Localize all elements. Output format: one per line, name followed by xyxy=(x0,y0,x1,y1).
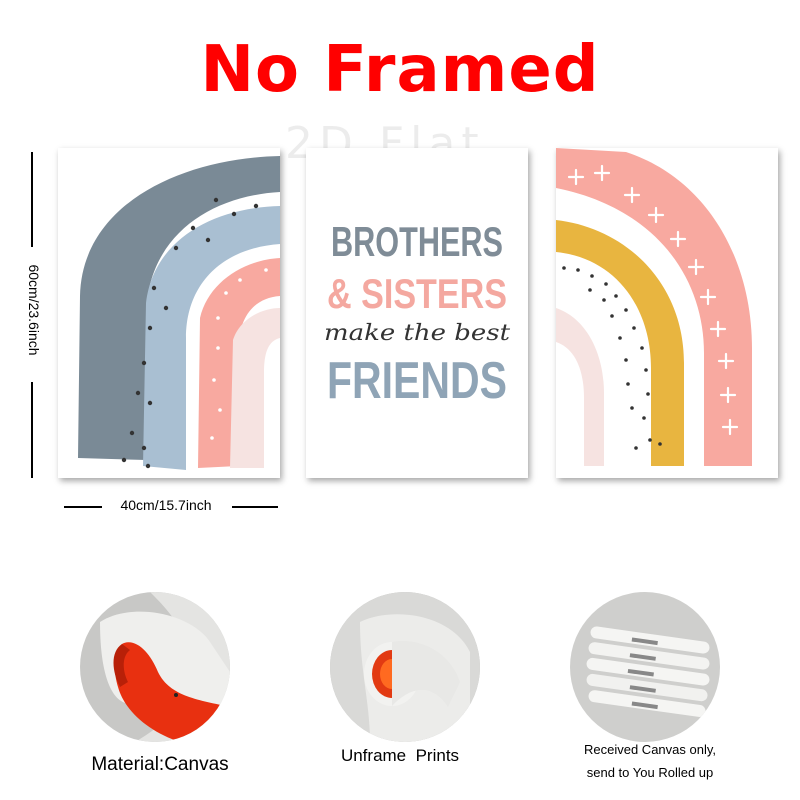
canvas-material-photo xyxy=(80,592,230,742)
width-dimension-label: 40cm/15.7inch xyxy=(120,497,212,513)
page-title: No Framed xyxy=(200,33,600,107)
width-dimension-line-right xyxy=(232,506,278,508)
height-dimension-line-bottom xyxy=(31,382,33,478)
rainbow-left-illustration xyxy=(78,156,280,470)
poster-line-friends: FRIENDS xyxy=(327,352,507,410)
rolled-canvas-photo xyxy=(570,592,720,742)
poster-line-script: make the best xyxy=(324,321,510,346)
poster-right xyxy=(556,148,778,478)
poster-typography: BROTHERS & SISTERS make the best FRIENDS xyxy=(324,218,510,410)
unframe-roll-photo xyxy=(330,592,480,742)
rainbow-right-illustration xyxy=(556,148,752,466)
poster-line-brothers: BROTHERS xyxy=(331,218,503,265)
poster-line-sisters: & SISTERS xyxy=(327,270,507,317)
poster-center: BROTHERS & SISTERS make the best FRIENDS xyxy=(306,148,528,478)
material-caption: Material:Canvas xyxy=(91,754,229,775)
unframe-caption: Unframe Prints xyxy=(340,746,460,765)
rolled-caption-line1: Received Canvas only, xyxy=(584,742,716,757)
height-dimension-label: 60cm/23.6inch xyxy=(26,264,42,356)
rolled-caption-line2: send to You Rolled up xyxy=(586,765,714,780)
poster-left xyxy=(58,148,280,478)
width-dimension-line-left xyxy=(64,506,102,508)
